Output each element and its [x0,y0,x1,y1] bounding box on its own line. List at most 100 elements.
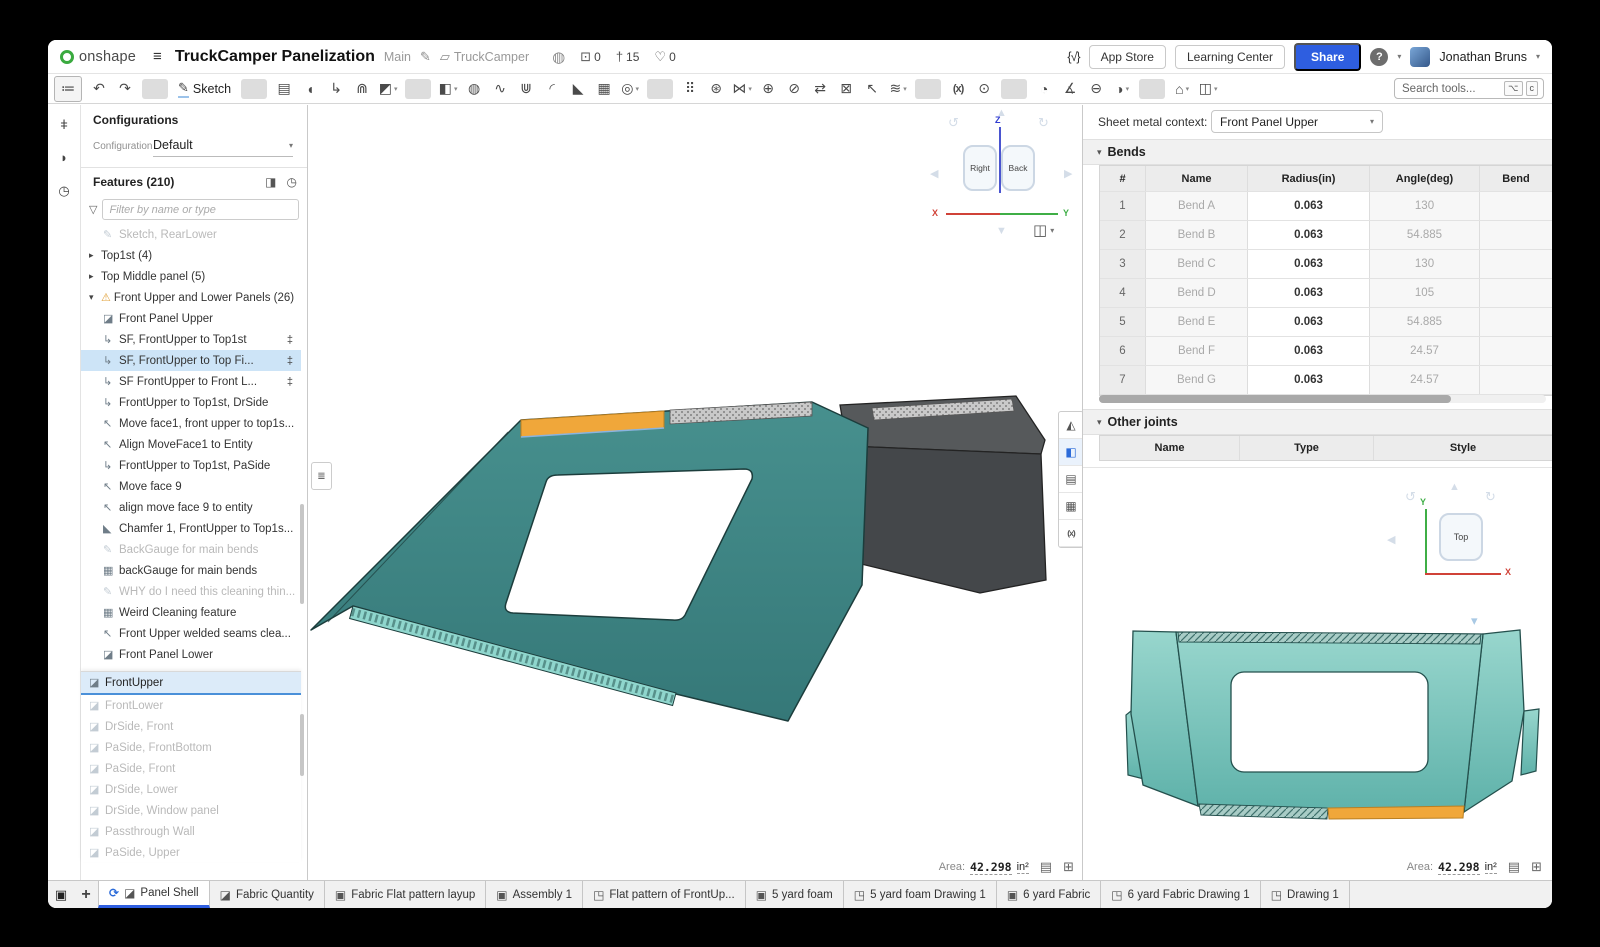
toolbar-button[interactable] [142,79,168,99]
view-cube-right-face[interactable]: Right [963,145,997,191]
toolbar-button[interactable] [915,79,941,99]
add-tab-button[interactable]: + [74,881,98,908]
rotate-left-icon[interactable]: ↺ [1405,489,1416,505]
graphics-viewport[interactable]: ↺ ↻ ▲ ◀ ▶ ▼ Right Back Z X Y ◫ ▾ ≣ [308,105,1082,880]
part-list-item[interactable]: ◪ DrSide, Lower [81,779,301,800]
dropdown-caret-icon[interactable]: ▾ [748,85,752,93]
hole-icon[interactable]: ◎ ▾ [617,77,643,101]
feature-tree-item[interactable]: ↖ Move face 9 [81,476,301,497]
toolbar-button[interactable] [405,79,431,99]
view-cube-back-face[interactable]: Back [1001,145,1035,191]
search-tools-input[interactable] [1400,82,1501,96]
part-list-item[interactable]: ◪ Passthrough Wall [81,821,301,842]
chamfer-icon[interactable]: ◣ [565,77,591,101]
split-icon[interactable]: ⊘ [781,77,807,101]
dropdown-caret-icon[interactable]: ▾ [635,85,639,93]
versions-stat[interactable]: † 15 [616,49,640,64]
flat-top-hatched-seam[interactable] [1178,632,1481,644]
rotate-down-icon[interactable]: ▼ [996,225,1007,237]
boolean-icon[interactable]: ⊕ [755,77,781,101]
document-tab[interactable]: ◳ 5 yard foam Drawing 1 [844,881,997,908]
feature-tree-item[interactable]: ◣ Chamfer 1, FrontUpper to Top1s... [81,518,301,539]
sketch-icon[interactable]: ✎ Sketch [172,77,237,101]
display-options-icon[interactable]: ◫ ▾ [1195,77,1221,101]
flat-pattern-dropdown-icon[interactable]: ▾ [1471,613,1478,629]
expand-arrow-icon[interactable]: ▾ [89,292,101,303]
bend-radius[interactable]: 0.063 [1248,192,1370,220]
configuration-select[interactable]: Default ▾ [153,134,293,157]
sheet-metal-joint-icon[interactable]: ↳ [323,77,349,101]
bend-radius[interactable]: 0.063 [1248,279,1370,307]
bend-table-icon[interactable]: ▦ [1059,493,1083,520]
variable-icon[interactable]: (x) [945,77,971,101]
document-tab[interactable]: ▣ Fabric Flat pattern layup [325,881,486,908]
sweep-icon[interactable]: ∿ [487,77,513,101]
document-tab[interactable]: ◳ Flat pattern of FrontUp... [583,881,746,908]
bends-horizontal-scrollbar[interactable] [1099,395,1546,403]
dropdown-caret-icon[interactable]: ▾ [394,85,398,93]
feature-tree-item[interactable]: ◪ Front Panel Lower [81,644,301,660]
feature-list-icon[interactable]: ≔ [54,76,82,102]
feature-tree-item[interactable]: ↳ FrontUpper to Top1st, DrSide [81,392,301,413]
document-tab[interactable]: ◳ 6 yard Fabric Drawing 1 [1101,881,1260,908]
part-list-item[interactable]: ◪ PaSide, Front [81,758,301,779]
view-cube-menu[interactable]: ◫ ▾ [1033,221,1054,239]
flat-orange-strip[interactable] [1328,806,1464,819]
camper-shell-3d-model[interactable] [308,380,1053,745]
parent-folder[interactable]: ▱ TruckCamper [440,49,529,65]
feature-tree-item[interactable]: ↖ Front Upper welded seams clea... [81,623,301,644]
dropdown-caret-icon[interactable]: ▾ [1126,85,1130,93]
pin-icon[interactable]: ‡ [287,334,293,346]
dropdown-caret-icon[interactable]: ▾ [903,85,907,93]
comments-panel-icon[interactable]: ◗ [60,150,68,165]
user-menu-caret-icon[interactable]: ▾ [1536,52,1540,61]
transform-icon[interactable]: ⇄ [807,77,833,101]
assembly-context-icon[interactable]: ◔ [1031,77,1057,101]
document-tab[interactable]: ◳ Drawing 1 [1261,881,1350,908]
document-tab[interactable]: ◪ Fabric Quantity [210,881,325,908]
bend-radius[interactable]: 0.063 [1248,221,1370,249]
named-views-icon[interactable]: ⌂ ▾ [1169,77,1195,101]
extrude-icon[interactable]: ◧ ▾ [435,77,461,101]
dropdown-caret-icon[interactable]: ▾ [1214,85,1218,93]
move-face-icon[interactable]: ↖ [859,77,885,101]
document-tab[interactable]: ⟳ ◪ Panel Shell [98,881,210,908]
variables-panel-icon[interactable]: (x) [1059,520,1083,547]
revolve-icon[interactable]: ◍ [461,77,487,101]
bends-section-header[interactable]: ▾ Bends [1083,139,1552,165]
feature-tree-item[interactable]: ✎ WHY do I need this cleaning thin... [81,581,301,602]
main-menu-icon[interactable]: ≡ [153,48,162,65]
feature-tree-item[interactable]: ◪ Front Panel Upper [81,308,301,329]
dropdown-caret-icon[interactable]: ▾ [1186,85,1190,93]
flat-pattern-preview[interactable] [1083,599,1552,841]
feature-tree-item[interactable]: ↖ align move face 9 to entity [81,497,301,518]
rotate-left-arrow-icon[interactable]: ◀ [930,167,938,180]
part-list-item[interactable]: ◪ DrSide, Front [81,716,301,737]
public-globe-icon[interactable]: ◍ [552,48,565,66]
rotate-up-icon[interactable]: ▲ [1449,481,1460,493]
measure-scale-icon[interactable]: ⊞ [1531,859,1542,875]
print-icon[interactable]: ▤ [1040,859,1052,875]
toolbar-button[interactable] [241,79,267,99]
rotate-right-icon[interactable]: ↻ [1038,115,1049,131]
flat-window-cutout[interactable] [1231,672,1428,772]
configurations-panel-icon[interactable]: ǂ [60,117,68,132]
rotate-left-icon[interactable]: ↺ [948,115,959,131]
part-list-item[interactable]: ◪ DrSide, Window panel [81,800,301,821]
rotate-left-arrow-icon[interactable]: ◀ [1387,533,1395,546]
undo-icon[interactable]: ↶ [86,77,112,101]
flat-right-tab[interactable] [1521,709,1539,775]
measure-scale-icon[interactable]: ⊞ [1063,859,1074,875]
linear-pattern-icon[interactable]: ⠿ [677,77,703,101]
feature-filter-input[interactable] [102,199,299,220]
mirror-icon[interactable]: ⋈ ▾ [729,77,755,101]
dropdown-caret-icon[interactable]: ▾ [454,85,458,93]
search-tools[interactable]: ⌥ c [1394,78,1544,99]
likes-stat[interactable]: ♡ 0 [654,49,675,65]
toolbar-button[interactable] [1139,79,1165,99]
hem-icon[interactable]: ⋒ [349,77,375,101]
other-joints-section-header[interactable]: ▾ Other joints [1083,409,1552,435]
feature-tree-item[interactable]: ↳ FrontUpper to Top1st, PaSide [81,455,301,476]
featurescript-badge-icon[interactable]: {√} [1067,50,1079,64]
feature-tree-item[interactable]: ↖ Align MoveFace1 to Entity [81,434,301,455]
